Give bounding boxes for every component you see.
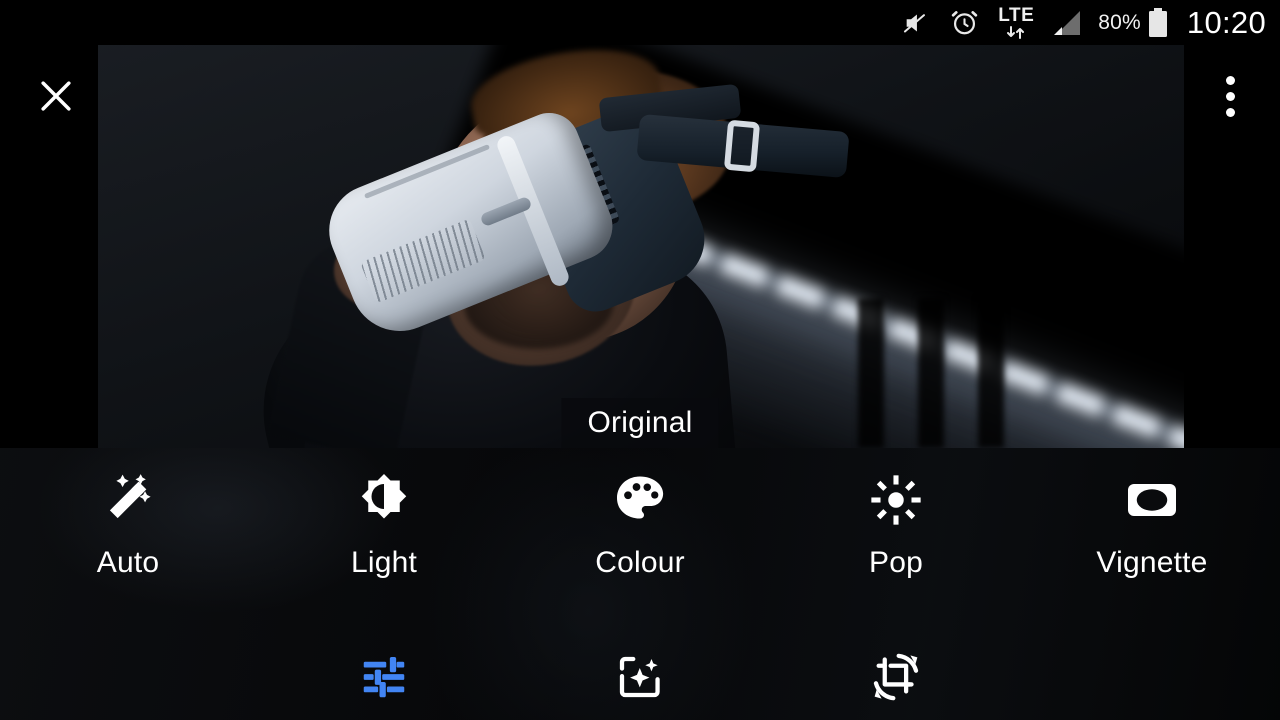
tool-slot-filters xyxy=(512,641,768,713)
tune-tool-button[interactable] xyxy=(348,641,420,713)
tune-sliders-icon xyxy=(363,656,405,698)
adjustment-label: Pop xyxy=(869,546,923,579)
photo-pillar xyxy=(918,298,944,448)
lte-status-icon: LTE xyxy=(998,6,1034,39)
photo-image xyxy=(98,45,1184,448)
mute-status-icon xyxy=(902,7,934,39)
adjustments-row: Auto Light Colour Pop Vignette xyxy=(0,468,1280,598)
close-icon xyxy=(41,81,71,111)
status-bar-clock: 10:20 xyxy=(1186,5,1266,40)
filters-tool-button[interactable] xyxy=(604,641,676,713)
photo-preview-area[interactable]: Original xyxy=(0,45,1280,448)
adjustment-light[interactable]: Light xyxy=(256,468,512,598)
editor-bottom-panel: Auto Light Colour Pop Vignette xyxy=(0,448,1280,720)
crop-tool-button[interactable] xyxy=(860,641,932,713)
adjustment-label: Vignette xyxy=(1096,546,1208,579)
original-preview-chip: Original xyxy=(561,398,719,448)
tool-slot-crop xyxy=(768,641,1024,713)
battery-percent-label: 80% xyxy=(1098,10,1141,34)
photo-subject-person xyxy=(178,45,850,448)
overflow-menu-icon xyxy=(1225,91,1235,101)
palette-icon xyxy=(608,468,672,532)
sun-burst-icon xyxy=(864,468,928,532)
brightness-icon xyxy=(352,468,416,532)
tool-slot-tune xyxy=(256,641,512,713)
photo-pillar xyxy=(978,298,1004,448)
signal-status-icon xyxy=(1049,8,1083,38)
adjustment-auto[interactable]: Auto xyxy=(0,468,256,598)
vignette-icon xyxy=(1120,468,1184,532)
alarm-status-icon xyxy=(949,7,980,38)
close-button[interactable] xyxy=(30,70,82,122)
adjustment-colour[interactable]: Colour xyxy=(512,468,768,598)
overflow-menu-icon xyxy=(1225,75,1235,85)
battery-status: 80% xyxy=(1098,7,1169,39)
photo-editor-screen: Original LTE 80% 10:20 Auto Light Colour… xyxy=(0,0,1280,720)
status-bar: LTE 80% 10:20 xyxy=(0,0,1280,45)
adjustment-label: Auto xyxy=(96,546,160,579)
photo-pillar xyxy=(858,298,884,448)
overflow-menu-button[interactable] xyxy=(1204,67,1256,125)
overflow-menu-icon xyxy=(1225,107,1235,117)
vr-headset-buckle xyxy=(723,119,761,173)
adjustment-pop[interactable]: Pop xyxy=(768,468,1024,598)
filter-sparkle-icon xyxy=(619,656,660,698)
adjustment-label: Light xyxy=(350,546,418,579)
tools-row xyxy=(0,633,1280,720)
adjustment-label: Colour xyxy=(595,546,685,579)
photo-vr-headset xyxy=(308,83,850,347)
adjustment-vignette[interactable]: Vignette xyxy=(1024,468,1280,598)
magic-wand-icon xyxy=(96,468,160,532)
crop-rotate-icon xyxy=(873,653,919,701)
battery-icon xyxy=(1148,7,1167,37)
data-transfer-icon xyxy=(1007,26,1025,39)
